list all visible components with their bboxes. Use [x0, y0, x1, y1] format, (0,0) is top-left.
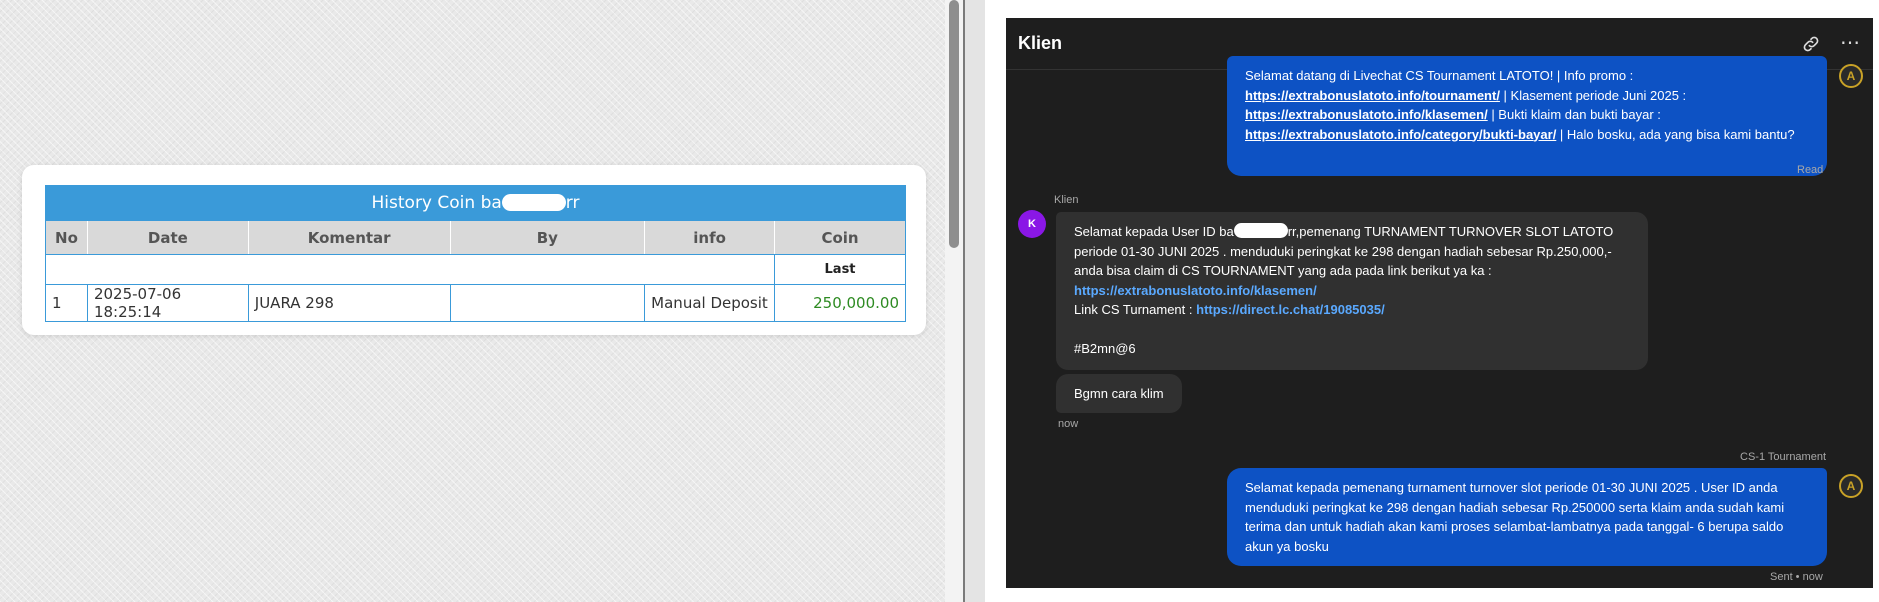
cell-coin: 250,000.00: [774, 284, 906, 322]
agent-avatar: A: [1839, 474, 1863, 498]
agent-avatar: A: [1839, 64, 1863, 88]
more-options-icon[interactable]: ⋯: [1840, 30, 1861, 55]
chat-window: Klien ⋯ Selamat datang di Livechat CS To…: [1006, 18, 1873, 588]
user-avatar: K: [1018, 210, 1046, 238]
table-header-row: No Date Komentar By info Coin: [45, 220, 906, 255]
column-header-by[interactable]: By: [449, 220, 646, 255]
column-header-coin[interactable]: Coin: [774, 220, 906, 255]
cell-komentar: JUARA 298: [247, 284, 451, 322]
cell-by: [449, 284, 646, 322]
client-message-question: Bgmn cara klim: [1056, 374, 1182, 413]
table-row: 1 2025-07-06 18:25:14 JUARA 298 Manual D…: [45, 284, 906, 322]
klasemen-link[interactable]: https://extrabonuslatoto.info/klasemen/: [1245, 107, 1488, 122]
redaction-mark: [501, 194, 566, 211]
cell-no: 1: [45, 284, 88, 322]
tournament-link[interactable]: https://extrabonuslatoto.info/tournament…: [1245, 88, 1500, 103]
client-message-notice: Selamat kepada User ID ba rr,pemenang TUR…: [1056, 212, 1648, 370]
table-title-prefix: History Coin ba: [371, 193, 502, 213]
cell-info: Manual Deposit: [644, 284, 776, 322]
history-coin-table: History Coin ba rr No Date Komentar By in…: [45, 185, 906, 322]
agent-message-reply: Selamat kepada pemenang turnament turnov…: [1227, 468, 1827, 566]
link-icon[interactable]: [1801, 34, 1821, 54]
window-divider: [963, 0, 985, 602]
last-label: Last: [774, 254, 906, 285]
table-title: History Coin ba rr: [45, 185, 906, 221]
sent-status: Sent • now: [1770, 571, 1823, 583]
agent-message-welcome: Selamat datang di Livechat CS Tournament…: [1227, 56, 1827, 176]
admin-pane: History Coin ba rr No Date Komentar By in…: [0, 0, 945, 602]
column-header-no[interactable]: No: [45, 220, 88, 255]
cell-date: 2025-07-06 18:25:14: [86, 284, 249, 322]
cs-chat-link[interactable]: https://direct.lc.chat/19085035/: [1196, 302, 1385, 317]
right-margin: [1873, 0, 1879, 602]
read-status: Read: [1797, 164, 1824, 176]
message-time: now: [1058, 418, 1079, 430]
agent-label: CS-1 Tournament: [1740, 451, 1827, 463]
table-title-suffix: rr: [565, 193, 580, 213]
bukti-bayar-link[interactable]: https://extrabonuslatoto.info/category/b…: [1245, 127, 1556, 142]
redaction-mark: [1233, 223, 1288, 238]
klemen-link[interactable]: https://extrabonuslatoto.info/klasemen/: [1074, 283, 1317, 298]
summary-row: Last: [45, 254, 906, 285]
sender-label: Klien: [1054, 194, 1079, 206]
left-scrollbar-thumb[interactable]: [949, 0, 959, 248]
chat-title: Klien: [1018, 33, 1063, 53]
column-header-date[interactable]: Date: [86, 220, 249, 255]
column-header-komentar[interactable]: Komentar: [247, 220, 451, 255]
column-header-info[interactable]: info: [644, 220, 776, 255]
